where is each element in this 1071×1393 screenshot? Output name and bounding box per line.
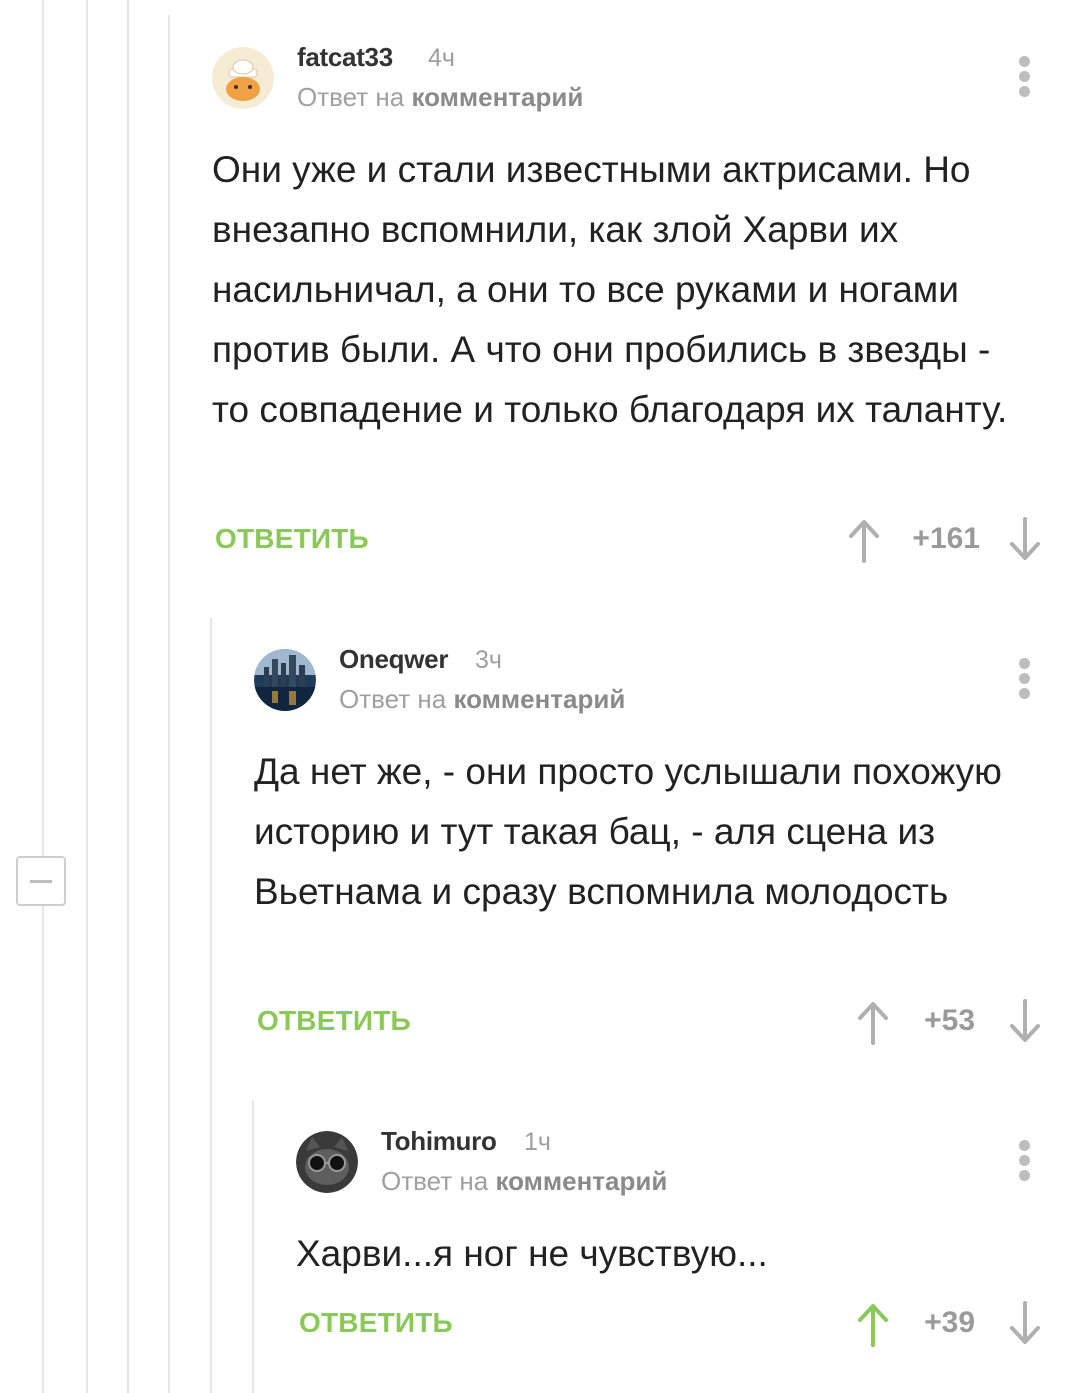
reply-prefix: Ответ на — [339, 684, 447, 714]
author-name[interactable]: Tohimuro — [381, 1126, 497, 1157]
reply-target-link[interactable]: комментарий — [495, 1166, 667, 1196]
reply-context: Ответ на комментарий — [381, 1166, 667, 1197]
reply-prefix: Ответ на — [381, 1166, 489, 1196]
avatar[interactable] — [212, 47, 274, 109]
author-name[interactable]: fatcat33 — [297, 42, 393, 73]
arrow-down-icon[interactable] — [1007, 517, 1043, 563]
reply-context: Ответ на комментарий — [297, 82, 583, 113]
reply-button[interactable]: ОТВЕТИТЬ — [257, 1005, 411, 1037]
timestamp: 1ч — [524, 1128, 551, 1156]
collapse-thread-button[interactable] — [16, 856, 66, 906]
timestamp: 3ч — [475, 646, 502, 674]
reply-prefix: Ответ на — [297, 82, 405, 112]
comment-text: Харви...я ног не чувствую... — [296, 1233, 768, 1274]
arrow-down-icon[interactable] — [1007, 1301, 1043, 1347]
more-vertical-icon[interactable] — [1018, 1140, 1032, 1184]
score: +39 — [924, 1306, 975, 1339]
reply-target-link[interactable]: комментарий — [453, 684, 625, 714]
thread-line — [252, 1100, 254, 1393]
thread-line — [127, 0, 129, 1393]
reply-target-link[interactable]: комментарий — [411, 82, 583, 112]
avatar-image-icon — [296, 1131, 358, 1193]
thread-line — [168, 15, 170, 1393]
timestamp: 4ч — [428, 44, 455, 72]
reply-button[interactable]: ОТВЕТИТЬ — [215, 523, 369, 555]
thread-line — [42, 0, 44, 1393]
thread-line — [210, 618, 212, 1393]
avatar-image-icon — [254, 649, 316, 711]
comment-text: Да нет же, - они просто услышали похожую… — [254, 751, 1002, 912]
score: +53 — [924, 1004, 975, 1037]
avatar[interactable] — [296, 1131, 358, 1193]
avatar-image-icon — [212, 47, 274, 109]
reply-button[interactable]: ОТВЕТИТЬ — [299, 1307, 453, 1339]
arrow-up-icon[interactable] — [855, 1301, 891, 1347]
author-name[interactable]: Oneqwer — [339, 644, 448, 675]
reply-context: Ответ на комментарий — [339, 684, 625, 715]
comment-text: Они уже и стали известными актрисами. Но… — [212, 149, 1008, 430]
avatar[interactable] — [254, 649, 316, 711]
more-vertical-icon[interactable] — [1018, 658, 1032, 702]
score: +161 — [912, 522, 980, 555]
arrow-up-icon[interactable] — [846, 517, 882, 563]
thread-line — [86, 0, 88, 1393]
arrow-down-icon[interactable] — [1007, 999, 1043, 1045]
arrow-up-icon[interactable] — [855, 999, 891, 1045]
more-vertical-icon[interactable] — [1018, 56, 1032, 100]
